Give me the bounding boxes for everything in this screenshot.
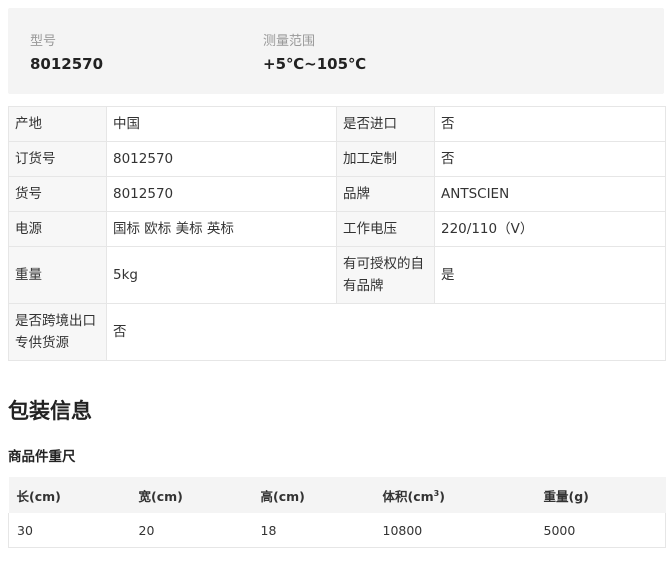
column-header-weight: 重量(g) (535, 477, 666, 513)
spec-key: 货号 (8, 176, 107, 212)
spec-key: 产地 (8, 106, 107, 142)
measure-range-label: 测量范围 (263, 34, 316, 49)
cell-width: 20 (130, 513, 253, 548)
table-row: 电源 国标 欧标 美标 英标 工作电压 220/110（V） (8, 211, 666, 247)
packaging-table: 长(cm) 宽(cm) 高(cm) 体积(cm3) 重量(g) 30 20 18… (8, 477, 666, 548)
cell-volume: 10800 (374, 513, 536, 548)
spec-key: 是否跨境出口专供货源 (8, 303, 107, 361)
spec-value: 5kg (106, 246, 337, 304)
model-value: 8012570 (30, 55, 104, 73)
spec-key: 有可授权的自有品牌 (336, 246, 435, 304)
model-label: 型号 (30, 34, 57, 49)
spec-key: 是否进口 (336, 106, 435, 142)
cell-weight: 5000 (535, 513, 666, 548)
column-header-length: 长(cm) (8, 477, 131, 513)
product-summary-card: 型号 8012570 测量范围 +5℃~105℃ (8, 8, 664, 94)
cell-height: 18 (252, 513, 375, 548)
spec-value: ANTSCIEN (434, 176, 666, 212)
column-header-volume: 体积(cm3) (374, 477, 536, 513)
packaging-subtitle: 商品件重尺 (8, 449, 76, 465)
spec-value: 是 (434, 246, 666, 304)
column-header-height: 高(cm) (252, 477, 375, 513)
spec-value: 8012570 (106, 141, 337, 177)
cell-length: 30 (8, 513, 131, 548)
column-header-width: 宽(cm) (130, 477, 253, 513)
table-row: 货号 8012570 品牌 ANTSCIEN (8, 176, 666, 212)
spec-key: 订货号 (8, 141, 107, 177)
spec-key: 品牌 (336, 176, 435, 212)
spec-value: 220/110（V） (434, 211, 666, 247)
spec-key: 重量 (8, 246, 107, 304)
spec-value: 国标 欧标 美标 英标 (106, 211, 337, 247)
spec-value: 中国 (106, 106, 337, 142)
table-row: 订货号 8012570 加工定制 否 (8, 141, 666, 177)
spec-value: 8012570 (106, 176, 337, 212)
table-header-row: 长(cm) 宽(cm) 高(cm) 体积(cm3) 重量(g) (8, 477, 666, 513)
packaging-section-title: 包装信息 (8, 399, 92, 423)
table-row: 重量 5kg 有可授权的自有品牌 是 (8, 246, 666, 304)
measure-range-value: +5℃~105℃ (263, 55, 367, 73)
table-row: 30 20 18 10800 5000 (8, 513, 666, 548)
spec-table: 产地 中国 是否进口 否 订货号 8012570 加工定制 否 货号 80125… (8, 106, 666, 361)
spec-value: 否 (106, 303, 666, 361)
spec-value: 否 (434, 106, 666, 142)
spec-key: 加工定制 (336, 141, 435, 177)
table-row: 是否跨境出口专供货源 否 (8, 303, 666, 361)
spec-key: 工作电压 (336, 211, 435, 247)
spec-value: 否 (434, 141, 666, 177)
spec-key: 电源 (8, 211, 107, 247)
table-row: 产地 中国 是否进口 否 (8, 106, 666, 142)
